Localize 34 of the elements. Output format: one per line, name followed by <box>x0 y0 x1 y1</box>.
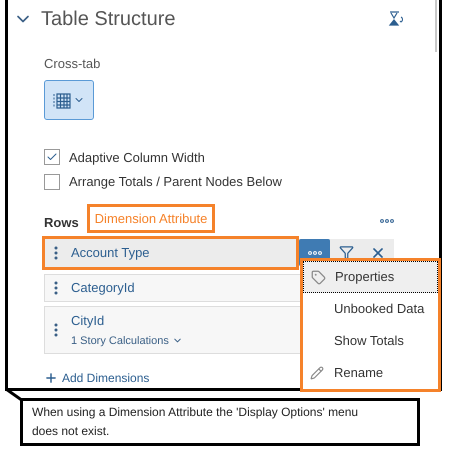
more-icon <box>308 250 322 254</box>
more-button[interactable] <box>380 219 394 224</box>
more-icon <box>380 219 394 224</box>
annotation-label: Dimension Attribute <box>86 204 216 233</box>
checkbox[interactable] <box>44 174 60 190</box>
add-dimensions-button[interactable]: Add Dimensions <box>44 369 150 387</box>
dimension-name: CategoryId <box>71 279 135 298</box>
menu-item[interactable]: Show Totals <box>303 325 438 357</box>
checkbox[interactable] <box>44 149 60 166</box>
callout-note: When using a Dimension Attribute the 'Display Options' menu does not exist. <box>20 398 420 446</box>
menu-item[interactable]: Properties <box>303 261 438 293</box>
menu-item[interactable]: Unbooked Data <box>303 293 438 325</box>
dimension-row[interactable]: Account Type <box>42 236 299 270</box>
checkbox-label: Arrange Totals / Parent Nodes Below <box>69 173 282 191</box>
dimension-row[interactable]: CategoryId <box>44 274 301 302</box>
dimension-name: CityId <box>71 312 106 330</box>
drag-handle-icon <box>54 281 58 295</box>
grid-icon <box>53 90 71 108</box>
dimension-row[interactable]: CityId 1 Story Calculations <box>44 306 301 354</box>
filter-icon <box>338 245 354 260</box>
cross-tab-label: Cross-tab <box>44 55 102 73</box>
checkbox-label: Adaptive Column Width <box>69 148 205 167</box>
drag-handle-icon <box>54 323 58 337</box>
pencil-icon <box>310 366 324 380</box>
dimension-name: Account Type <box>71 244 150 262</box>
sort-icon[interactable] <box>388 11 404 27</box>
plus-icon <box>44 371 58 385</box>
calculations-dropdown[interactable]: 1 Story Calculations <box>71 332 183 349</box>
rows-heading: Rows <box>44 214 79 232</box>
table-type-button[interactable] <box>44 80 94 120</box>
menu-item[interactable]: Rename <box>303 357 438 389</box>
tag-icon <box>310 270 326 284</box>
panel-title: Table Structure <box>41 7 176 32</box>
drag-handle-icon <box>54 246 58 260</box>
